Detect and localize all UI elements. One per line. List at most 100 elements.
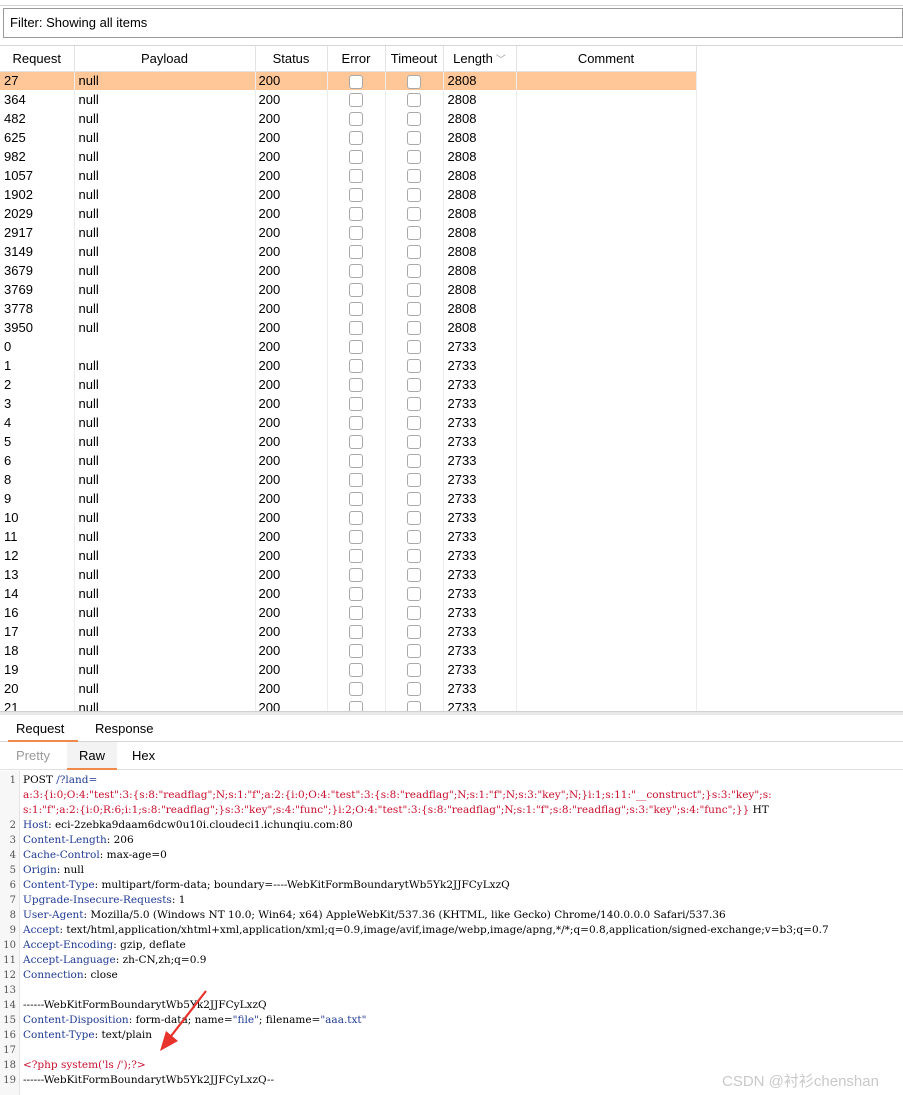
timeout-checkbox[interactable] — [407, 568, 421, 583]
table-row[interactable]: 0 200 2733 — [0, 337, 697, 356]
timeout-checkbox[interactable] — [407, 226, 421, 241]
error-checkbox[interactable] — [349, 435, 363, 450]
table-row[interactable]: 3769 null 200 2808 — [0, 280, 697, 299]
timeout-checkbox[interactable] — [407, 169, 421, 184]
timeout-checkbox[interactable] — [407, 587, 421, 602]
table-row[interactable]: 482 null 200 2808 — [0, 109, 697, 128]
table-row[interactable]: 14 null 200 2733 — [0, 584, 697, 603]
col-payload[interactable]: Payload — [74, 46, 256, 72]
timeout-checkbox[interactable] — [407, 397, 421, 412]
table-row[interactable]: 625 null 200 2808 — [0, 128, 697, 147]
timeout-checkbox[interactable] — [407, 511, 421, 526]
timeout-checkbox[interactable] — [407, 663, 421, 678]
error-checkbox[interactable] — [349, 625, 363, 640]
error-checkbox[interactable] — [349, 397, 363, 412]
col-error[interactable]: Error — [327, 46, 386, 72]
table-row[interactable]: 982 null 200 2808 — [0, 147, 697, 166]
table-row[interactable]: 20 null 200 2733 — [0, 679, 697, 698]
table-row[interactable]: 19 null 200 2733 — [0, 660, 697, 679]
error-checkbox[interactable] — [349, 74, 363, 89]
error-checkbox[interactable] — [349, 188, 363, 203]
table-row[interactable]: 4 null 200 2733 — [0, 413, 697, 432]
error-checkbox[interactable] — [349, 359, 363, 374]
table-row[interactable]: 8 null 200 2733 — [0, 470, 697, 489]
timeout-checkbox[interactable] — [407, 264, 421, 279]
table-row[interactable]: 17 null 200 2733 — [0, 622, 697, 641]
timeout-checkbox[interactable] — [407, 492, 421, 507]
col-length[interactable]: Length ﹀ — [443, 46, 517, 72]
tab-raw[interactable]: Raw — [67, 742, 118, 770]
error-checkbox[interactable] — [349, 511, 363, 526]
tab-pretty[interactable]: Pretty — [16, 742, 50, 770]
timeout-checkbox[interactable] — [407, 701, 421, 711]
table-row[interactable]: 2 null 200 2733 — [0, 375, 697, 394]
error-checkbox[interactable] — [349, 454, 363, 469]
timeout-checkbox[interactable] — [407, 644, 421, 659]
results-table[interactable]: Request Payload Status Error Timeout Len… — [0, 45, 903, 711]
tab-request[interactable]: Request — [8, 715, 78, 742]
error-checkbox[interactable] — [349, 207, 363, 222]
timeout-checkbox[interactable] — [407, 245, 421, 260]
timeout-checkbox[interactable] — [407, 283, 421, 298]
error-checkbox[interactable] — [349, 416, 363, 431]
timeout-checkbox[interactable] — [407, 549, 421, 564]
error-checkbox[interactable] — [349, 169, 363, 184]
timeout-checkbox[interactable] — [407, 473, 421, 488]
table-row[interactable]: 3149 null 200 2808 — [0, 242, 697, 261]
error-checkbox[interactable] — [349, 340, 363, 355]
table-row[interactable]: 1057 null 200 2808 — [0, 166, 697, 185]
error-checkbox[interactable] — [349, 245, 363, 260]
error-checkbox[interactable] — [349, 321, 363, 336]
table-row[interactable]: 2917 null 200 2808 — [0, 223, 697, 242]
col-timeout[interactable]: Timeout — [385, 46, 444, 72]
error-checkbox[interactable] — [349, 93, 363, 108]
table-row[interactable]: 1 null 200 2733 — [0, 356, 697, 375]
error-checkbox[interactable] — [349, 378, 363, 393]
table-row[interactable]: 3778 null 200 2808 — [0, 299, 697, 318]
filter-bar[interactable]: Filter: Showing all items — [3, 8, 903, 38]
error-checkbox[interactable] — [349, 264, 363, 279]
timeout-checkbox[interactable] — [407, 74, 421, 89]
timeout-checkbox[interactable] — [407, 435, 421, 450]
error-checkbox[interactable] — [349, 283, 363, 298]
raw-request-editor[interactable]: 1 POST /?land= a:3:{i:0;O:4:"test":3:{s:8:… — [0, 771, 903, 1095]
table-row[interactable]: 27 null 200 2808 — [0, 71, 697, 90]
error-checkbox[interactable] — [349, 226, 363, 241]
table-row[interactable]: 5 null 200 2733 — [0, 432, 697, 451]
error-checkbox[interactable] — [349, 568, 363, 583]
error-checkbox[interactable] — [349, 473, 363, 488]
error-checkbox[interactable] — [349, 150, 363, 165]
table-row[interactable]: 3679 null 200 2808 — [0, 261, 697, 280]
timeout-checkbox[interactable] — [407, 131, 421, 146]
table-row[interactable]: 364 null 200 2808 — [0, 90, 697, 109]
table-row[interactable]: 1902 null 200 2808 — [0, 185, 697, 204]
timeout-checkbox[interactable] — [407, 112, 421, 127]
timeout-checkbox[interactable] — [407, 340, 421, 355]
table-row[interactable]: 10 null 200 2733 — [0, 508, 697, 527]
timeout-checkbox[interactable] — [407, 150, 421, 165]
table-row[interactable]: 3 null 200 2733 — [0, 394, 697, 413]
table-row[interactable]: 9 null 200 2733 — [0, 489, 697, 508]
timeout-checkbox[interactable] — [407, 207, 421, 222]
table-row[interactable]: 2029 null 200 2808 — [0, 204, 697, 223]
timeout-checkbox[interactable] — [407, 454, 421, 469]
timeout-checkbox[interactable] — [407, 321, 421, 336]
timeout-checkbox[interactable] — [407, 530, 421, 545]
table-row[interactable]: 12 null 200 2733 — [0, 546, 697, 565]
table-row[interactable]: 16 null 200 2733 — [0, 603, 697, 622]
table-row[interactable]: 3950 null 200 2808 — [0, 318, 697, 337]
error-checkbox[interactable] — [349, 530, 363, 545]
table-row[interactable]: 13 null 200 2733 — [0, 565, 697, 584]
timeout-checkbox[interactable] — [407, 302, 421, 317]
timeout-checkbox[interactable] — [407, 416, 421, 431]
table-row[interactable]: 11 null 200 2733 — [0, 527, 697, 546]
tab-hex[interactable]: Hex — [132, 742, 155, 770]
tab-response[interactable]: Response — [95, 715, 154, 742]
error-checkbox[interactable] — [349, 112, 363, 127]
error-checkbox[interactable] — [349, 606, 363, 621]
error-checkbox[interactable] — [349, 131, 363, 146]
col-comment[interactable]: Comment — [516, 46, 697, 72]
col-request[interactable]: Request — [0, 46, 75, 72]
error-checkbox[interactable] — [349, 701, 363, 711]
error-checkbox[interactable] — [349, 587, 363, 602]
